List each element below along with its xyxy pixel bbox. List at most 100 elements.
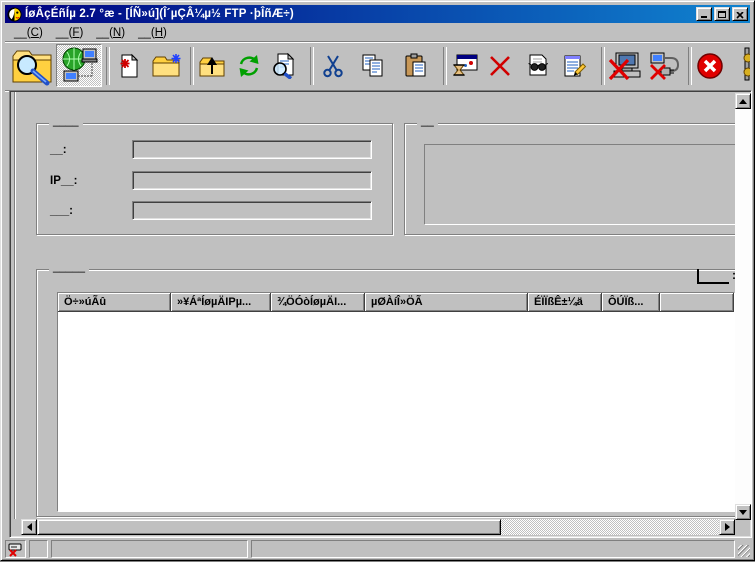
resize-grip[interactable] <box>738 545 750 557</box>
up-arrow-icon <box>739 95 747 104</box>
cut-icon <box>320 53 346 79</box>
title-bar[interactable]: ÍøÂçÉñÍµ 2.7 °æ - [ÍÑ»ú](Î´µÇÂ¼µ½ FTP ·þ… <box>5 5 750 23</box>
new-folder-icon <box>151 53 181 79</box>
refresh-button[interactable] <box>232 49 266 83</box>
search-folder-button[interactable] <box>9 44 55 87</box>
disconnect-computer-button[interactable] <box>606 49 644 83</box>
list-body[interactable] <box>58 312 734 511</box>
disconnect-cable-icon <box>649 52 681 80</box>
folder-up-icon <box>198 53 226 79</box>
minimize-button[interactable] <box>696 7 712 21</box>
clipped-icon <box>743 46 750 82</box>
close-icon <box>736 12 744 19</box>
copy-button[interactable] <box>356 49 390 83</box>
menu-bar: __(C) __(F) __(N) __(H) <box>5 24 750 41</box>
search-folder-icon <box>10 46 54 86</box>
delete-button[interactable] <box>486 49 514 83</box>
column-header-filler[interactable] <box>660 293 734 312</box>
paste-button[interactable] <box>399 49 433 83</box>
field-label-3: ___: <box>50 205 73 217</box>
host-list: Ö÷»úÃû »¥ÁªÍøµÄIPµ... ¾ÖÓòÍøµÄI... µØÀíÎ… <box>57 292 735 512</box>
scroll-left-button[interactable] <box>21 519 37 535</box>
edit-notes-icon <box>562 53 588 79</box>
info-panel <box>424 144 752 225</box>
stop-icon <box>696 52 724 80</box>
column-header-online-time[interactable]: ÉÏÏßÊ±¼ä <box>528 293 602 312</box>
menu-item-f[interactable]: __(F) <box>52 26 88 40</box>
minimize-icon <box>701 16 707 18</box>
view-file-button[interactable] <box>521 49 555 83</box>
menu-item-h[interactable]: __(H) <box>134 26 171 40</box>
field-label-1: __: <box>50 144 67 156</box>
toolbar <box>5 41 750 91</box>
refresh-icon <box>236 53 262 79</box>
left-arrow-icon <box>23 523 32 531</box>
vertical-scrollbar[interactable] <box>735 93 751 520</box>
scroll-down-button[interactable] <box>735 504 751 520</box>
folder-up-button[interactable] <box>195 49 229 83</box>
toolbar-separator <box>106 47 110 85</box>
delete-icon <box>488 54 512 78</box>
disconnect-cable-button[interactable] <box>647 49 683 83</box>
column-header-internet-ip[interactable]: »¥ÁªÍøµÄIPµ... <box>171 293 271 312</box>
status-panel-wide <box>251 540 735 558</box>
toolbar-separator <box>310 47 314 85</box>
edit-notes-button[interactable] <box>558 49 592 83</box>
app-icon <box>7 7 22 22</box>
status-bar <box>4 540 751 559</box>
groupbox-title: _____ <box>49 261 89 273</box>
maximize-button[interactable] <box>714 7 730 21</box>
down-arrow-icon <box>739 510 747 519</box>
copy-icon <box>360 53 386 79</box>
column-header-online[interactable]: ÔÚÏß... <box>602 293 660 312</box>
cut-button[interactable] <box>316 49 350 83</box>
toolbar-separator <box>443 47 447 85</box>
column-header-hostname[interactable]: Ö÷»úÃû <box>58 293 171 312</box>
ip-address-field[interactable] <box>132 171 372 190</box>
connection-info-groupbox: ____ __: IP__: ___: <box>36 123 393 235</box>
network-computers-icon <box>59 46 99 86</box>
field-label-ip: IP__: <box>50 175 78 187</box>
scroll-right-button[interactable] <box>719 519 735 535</box>
groupbox-title: ____ <box>49 115 83 127</box>
app-window: ÍøÂçÉñÍµ 2.7 °æ - [ÍÑ»ú](Î´µÇÂ¼µ½ FTP ·þ… <box>0 0 755 561</box>
child-frame-line <box>15 92 16 519</box>
network-computers-button[interactable] <box>56 44 102 87</box>
pending-task-icon <box>451 53 479 79</box>
paste-icon <box>403 53 429 79</box>
clipped-toolbar-button[interactable] <box>743 46 750 86</box>
partial-glyph <box>697 269 729 284</box>
toolbar-separator <box>601 47 605 85</box>
toolbar-separator <box>688 47 692 85</box>
scroll-up-button[interactable] <box>735 93 751 109</box>
host-list-groupbox: _____ : Ö÷»úÃû »¥ÁªÍøµÄIPµ... ¾ÖÓòÍøµÄI.… <box>36 269 752 517</box>
maximize-icon <box>718 11 726 18</box>
stop-button[interactable] <box>693 49 727 83</box>
info-groupbox: __ <box>404 123 752 235</box>
menu-item-n[interactable]: __(N) <box>92 26 129 40</box>
close-button[interactable] <box>732 7 748 21</box>
column-header-lan-ip[interactable]: ¾ÖÓòÍøµÄI... <box>271 293 365 312</box>
status-panel-message <box>51 540 248 558</box>
groupbox-title: __ <box>417 115 438 127</box>
new-folder-button[interactable] <box>149 49 183 83</box>
status-panel-small <box>29 540 48 558</box>
preview-file-button[interactable] <box>267 49 301 83</box>
client-area: ____ __: IP__: ___: __ _____ : Ö÷»úÃû »¥… <box>9 90 752 538</box>
horizontal-scroll-thumb[interactable] <box>37 519 501 535</box>
list-header: Ö÷»úÃû »¥ÁªÍøµÄIPµ... ¾ÖÓòÍøµÄI... µØÀíÎ… <box>58 293 734 312</box>
name-field[interactable] <box>132 140 372 159</box>
preview-file-icon <box>270 53 298 79</box>
view-file-icon <box>525 53 551 79</box>
horizontal-scrollbar[interactable] <box>21 519 735 535</box>
status-field[interactable] <box>132 201 372 220</box>
menu-item-c[interactable]: __(C) <box>10 26 47 40</box>
right-arrow-icon <box>725 523 734 531</box>
count-label: : <box>697 266 736 284</box>
disconnect-computer-icon <box>608 52 642 80</box>
new-file-button[interactable] <box>111 49 145 83</box>
new-file-icon <box>115 53 141 79</box>
offline-drive-icon <box>7 541 23 557</box>
column-header-location[interactable]: µØÀíÎ»ÖÃ <box>365 293 528 312</box>
pending-task-button[interactable] <box>448 49 482 83</box>
